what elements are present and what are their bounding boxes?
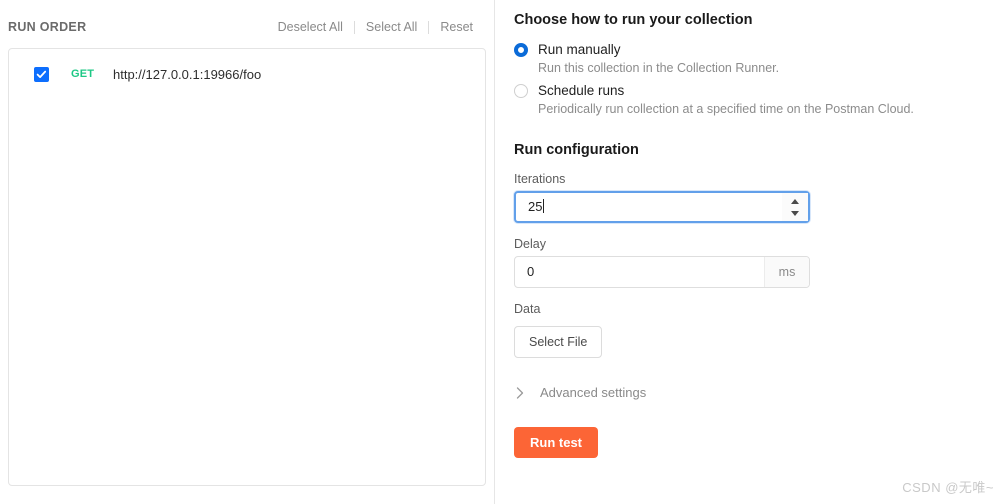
request-list-item[interactable]: GET http://127.0.0.1:19966/foo <box>9 57 485 91</box>
run-order-panel: RUN ORDER Deselect All Select All Reset … <box>0 0 495 504</box>
run-order-title: RUN ORDER <box>8 20 87 34</box>
run-mode-schedule-texts: Schedule runs Periodically run collectio… <box>538 82 914 118</box>
iterations-stepper[interactable] <box>782 193 808 221</box>
run-settings-panel: Choose how to run your collection Run ma… <box>495 0 1006 504</box>
run-mode-schedule-description: Periodically run collection at a specifi… <box>538 102 914 116</box>
request-list-card: GET http://127.0.0.1:19966/foo <box>8 48 486 486</box>
text-caret <box>543 199 545 213</box>
watermark: CSDN @无唯~ <box>902 480 994 495</box>
collection-runner-window: RUN ORDER Deselect All Select All Reset … <box>0 0 1006 504</box>
reset-link[interactable]: Reset <box>429 20 473 34</box>
iterations-value[interactable]: 25 <box>516 193 782 221</box>
deselect-all-link[interactable]: Deselect All <box>267 20 354 34</box>
run-order-actions: Deselect All Select All Reset <box>267 20 473 34</box>
stepper-down-icon[interactable] <box>791 210 799 216</box>
iterations-input[interactable]: 25 <box>514 191 810 223</box>
iterations-value-text: 25 <box>528 199 543 214</box>
run-mode-manual-texts: Run manually Run this collection in the … <box>538 41 779 77</box>
request-checkbox[interactable] <box>34 66 49 82</box>
run-mode-radio-group: Run manually Run this collection in the … <box>514 41 1006 118</box>
chevron-right-icon <box>514 386 526 399</box>
run-mode-option-schedule[interactable]: Schedule runs Periodically run collectio… <box>514 82 1006 118</box>
radio-schedule[interactable] <box>514 84 528 98</box>
request-url-label: http://127.0.0.1:19966/foo <box>113 66 262 82</box>
delay-value[interactable]: 0 <box>515 258 764 286</box>
stepper-up-icon[interactable] <box>791 198 799 204</box>
run-mode-option-manual[interactable]: Run manually Run this collection in the … <box>514 41 1006 77</box>
run-test-button[interactable]: Run test <box>514 427 598 458</box>
radio-manual[interactable] <box>514 43 528 57</box>
select-all-link[interactable]: Select All <box>355 20 428 34</box>
select-file-button[interactable]: Select File <box>514 326 603 358</box>
run-mode-schedule-label: Schedule runs <box>538 83 625 98</box>
delay-label: Delay <box>514 237 546 251</box>
run-mode-manual-description: Run this collection in the Collection Ru… <box>538 61 780 75</box>
run-mode-manual-label: Run manually <box>538 42 621 57</box>
iterations-label: Iterations <box>514 172 566 186</box>
run-order-header: RUN ORDER Deselect All Select All Reset <box>0 0 494 40</box>
advanced-settings-toggle[interactable]: Advanced settings <box>514 385 646 400</box>
delay-unit-suffix: ms <box>764 257 809 287</box>
choose-run-mode-title: Choose how to run your collection <box>514 12 753 28</box>
request-method-label: GET <box>71 68 95 80</box>
run-configuration-title: Run configuration <box>514 142 639 158</box>
check-icon <box>36 70 47 78</box>
data-label: Data <box>514 302 541 316</box>
delay-input[interactable]: 0 ms <box>514 256 810 288</box>
advanced-settings-label: Advanced settings <box>540 385 647 400</box>
